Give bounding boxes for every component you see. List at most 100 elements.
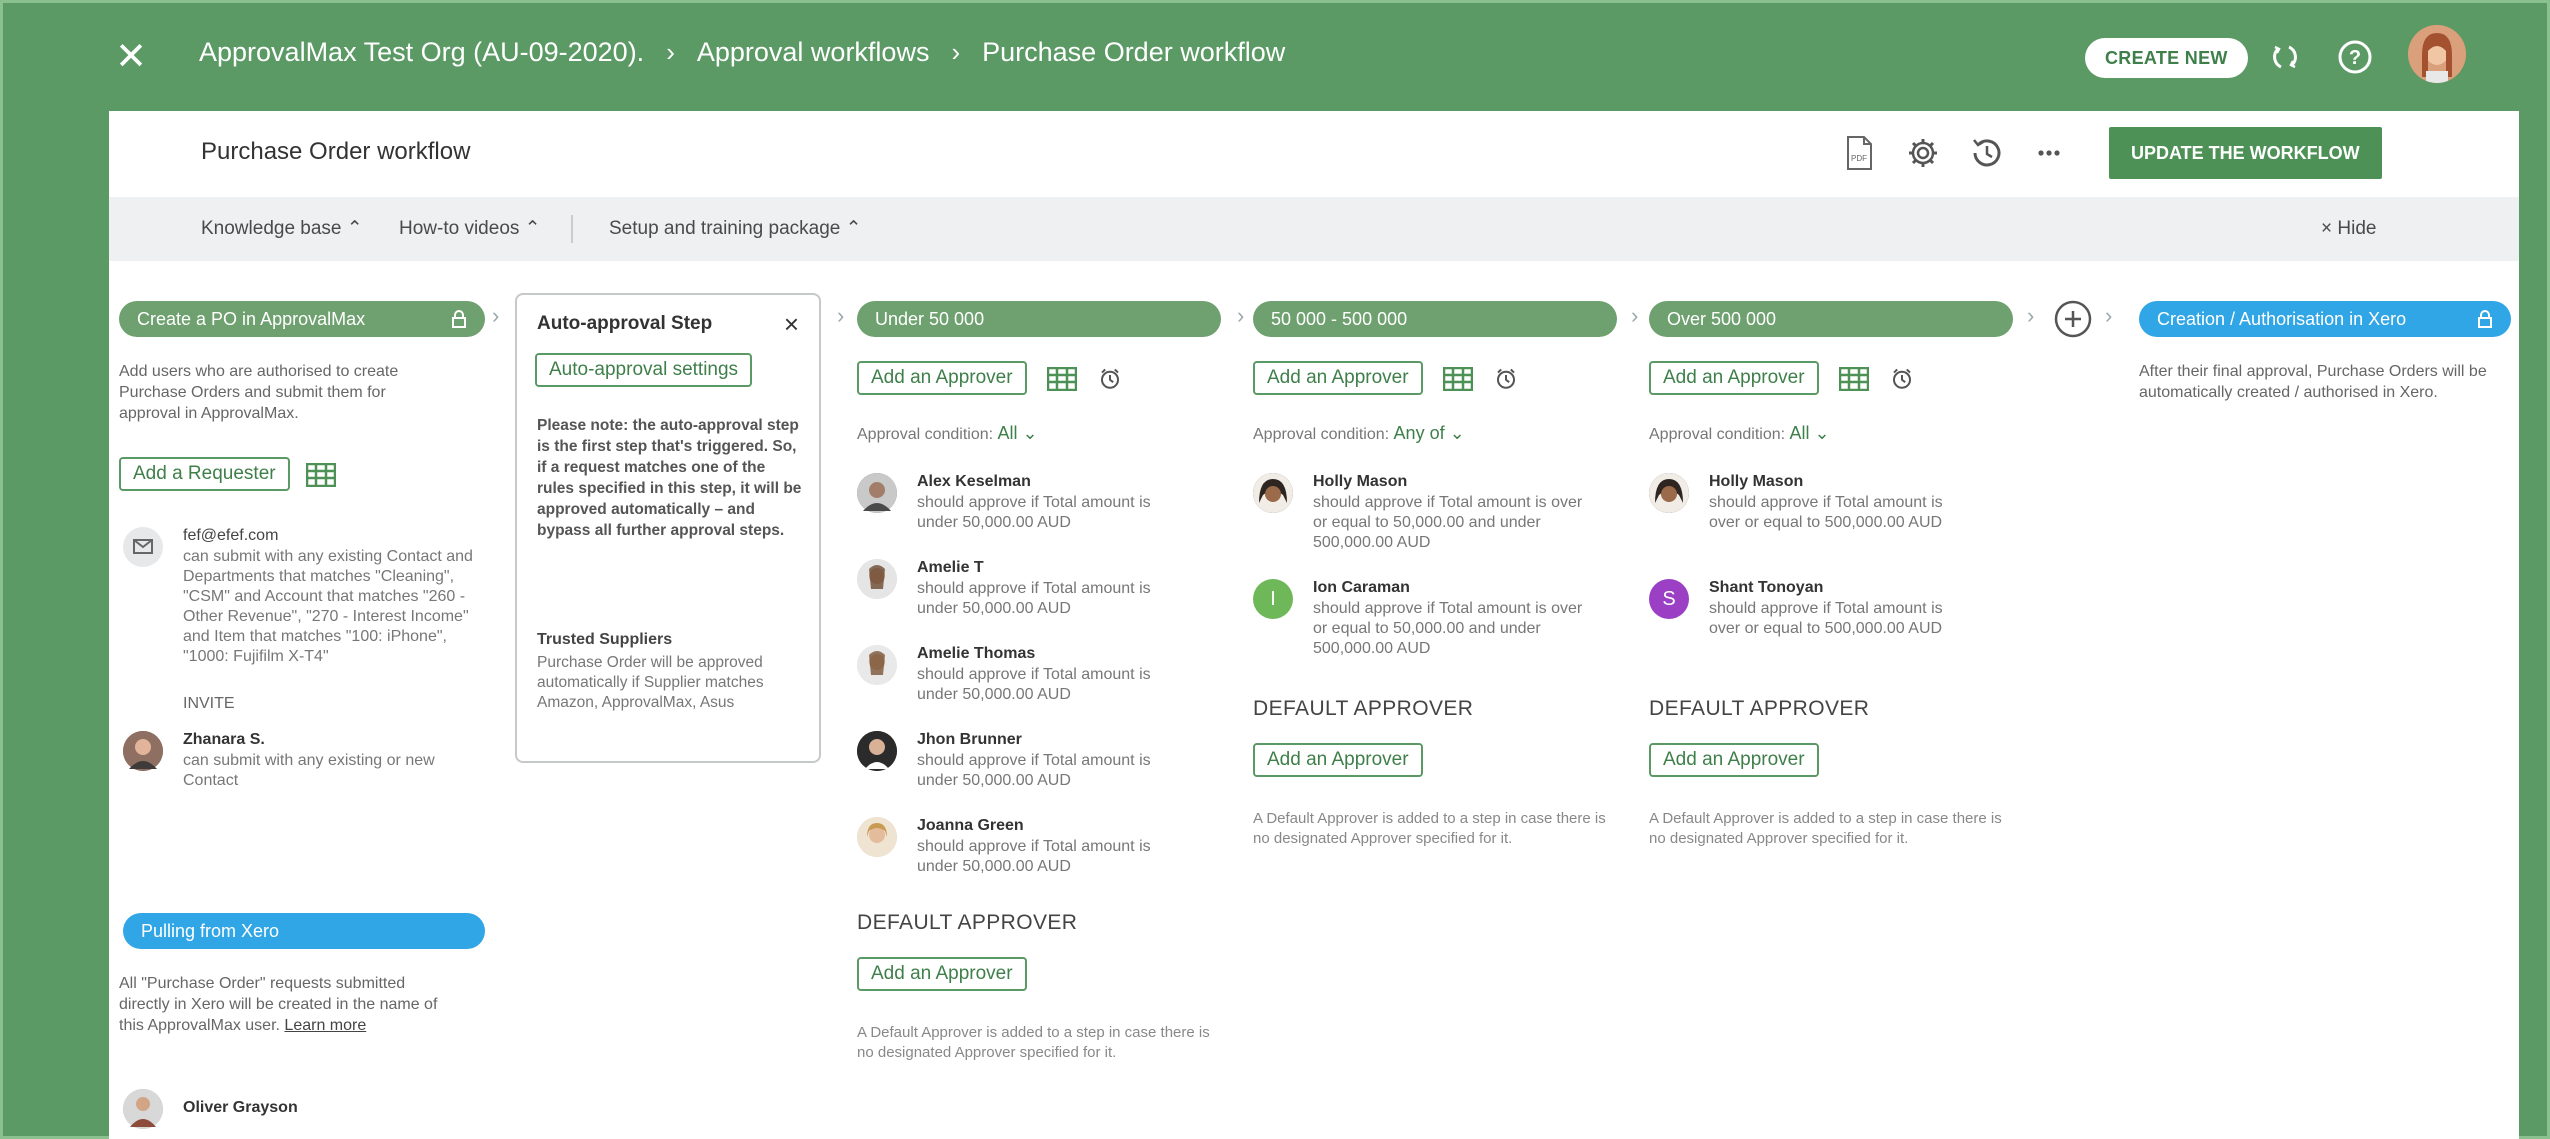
condition-dropdown[interactable]: Any of ⌄ xyxy=(1394,423,1465,443)
step-creation-xero[interactable]: Creation / Authorisation in Xero xyxy=(2139,301,2511,337)
condition-dropdown[interactable]: All ⌄ xyxy=(1790,423,1830,443)
update-workflow-button[interactable]: UPDATE THE WORKFLOW xyxy=(2109,127,2382,179)
avatar: S xyxy=(1649,579,1689,619)
requester-item: Zhanara S. can submit with any existing … xyxy=(123,731,463,801)
approver-item: Amelie T should approve if Total amount … xyxy=(857,559,1197,629)
invite-link[interactable]: INVITE xyxy=(183,695,235,713)
breadcrumb-org[interactable]: ApprovalMax Test Org (AU-09-2020). xyxy=(199,37,644,68)
step-50000-500000[interactable]: 50 000 - 500 000 xyxy=(1253,301,1617,337)
svg-text:?: ? xyxy=(2349,47,2361,69)
svg-text:PDF: PDF xyxy=(1851,154,1867,163)
close-icon[interactable]: ✕ xyxy=(113,38,149,76)
chevron-right-icon: › xyxy=(2105,303,2113,328)
matrix-grid-icon[interactable] xyxy=(1839,366,1869,391)
approval-condition: Approval condition: All ⌄ xyxy=(1649,423,1830,444)
approver-item: Holly Mason should approve if Total amou… xyxy=(1253,473,1613,563)
approver-description: should approve if Total amount is under … xyxy=(917,666,1151,703)
settings-gear-icon[interactable] xyxy=(1901,131,1945,175)
add-approver-row: Add an Approver xyxy=(857,361,1125,395)
avatar xyxy=(1649,473,1689,513)
add-step-plus-icon[interactable] xyxy=(2053,299,2093,339)
approver-item: I Ion Caraman should approve if Total am… xyxy=(1253,579,1613,669)
approver-name: Jhon Brunner xyxy=(917,731,1022,748)
approver-description: should approve if Total amount is under … xyxy=(917,838,1151,875)
alarm-clock-icon[interactable] xyxy=(1887,367,1917,391)
approver-item: Joanna Green should approve if Total amo… xyxy=(857,817,1197,887)
matrix-grid-icon[interactable] xyxy=(1047,366,1077,391)
avatar xyxy=(857,817,897,857)
step-pulling-from-xero[interactable]: Pulling from Xero xyxy=(123,913,485,949)
help-icon[interactable]: ? xyxy=(2335,37,2375,77)
how-to-videos-link[interactable]: How-to videos ⌃ xyxy=(399,197,541,261)
pulling-text: All "Purchase Order" requests submitted … xyxy=(119,975,438,1034)
breadcrumb: ApprovalMax Test Org (AU-09-2020). › App… xyxy=(199,37,1285,68)
step-label: Creation / Authorisation in Xero xyxy=(2157,309,2407,329)
setup-training-link[interactable]: Setup and training package ⌃ xyxy=(609,197,862,261)
knowledge-base-link[interactable]: Knowledge base ⌃ xyxy=(201,197,363,261)
matrix-grid-icon[interactable] xyxy=(1443,366,1473,391)
condition-dropdown[interactable]: All ⌄ xyxy=(998,423,1038,443)
sync-icon[interactable] xyxy=(2265,37,2305,77)
lock-icon xyxy=(2478,310,2492,328)
creation-description: After their final approval, Purchase Ord… xyxy=(2139,363,2487,401)
add-default-approver-button[interactable]: Add an Approver xyxy=(1649,743,1819,777)
avatar xyxy=(123,731,163,771)
step-label: Under 50 000 xyxy=(875,309,985,329)
learn-more-link[interactable]: Learn more xyxy=(284,1017,366,1034)
breadcrumb-workflows[interactable]: Approval workflows xyxy=(697,37,930,68)
workflow-canvas: Create a PO in ApprovalMax › Add users w… xyxy=(109,261,2519,1139)
step-label: Over 500 000 xyxy=(1667,309,1777,329)
avatar: I xyxy=(1253,579,1293,619)
hide-button[interactable]: × Hide xyxy=(2321,197,2376,261)
close-icon[interactable]: × xyxy=(784,309,799,340)
trusted-suppliers-description: Purchase Order will be approved automati… xyxy=(537,654,764,711)
pulling-user-name: Oliver Grayson xyxy=(183,1099,298,1116)
approver-name: Amelie T xyxy=(917,559,984,576)
avatar xyxy=(857,645,897,685)
add-approver-button[interactable]: Add an Approver xyxy=(857,361,1027,395)
auto-approval-settings-button[interactable]: Auto-approval settings xyxy=(535,353,753,387)
create-new-button[interactable]: CREATE NEW xyxy=(2085,38,2248,78)
add-default-approver-button[interactable]: Add an Approver xyxy=(1253,743,1423,777)
requester-name: Zhanara S. xyxy=(183,731,265,748)
approver-item: Holly Mason should approve if Total amou… xyxy=(1649,473,2009,563)
chevron-right-icon: › xyxy=(492,303,500,328)
approver-item: Alex Keselman should approve if Total am… xyxy=(857,473,1197,543)
add-requester-button[interactable]: Add a Requester xyxy=(119,457,290,491)
pulling-user: Oliver Grayson xyxy=(123,1089,423,1133)
condition-label: Approval condition: xyxy=(1253,426,1390,443)
pdf-icon[interactable]: PDF xyxy=(1837,131,1881,175)
app-frame: ✕ ApprovalMax Test Org (AU-09-2020). › A… xyxy=(0,0,2550,1139)
avatar xyxy=(123,1089,163,1129)
step-under-50000[interactable]: Under 50 000 xyxy=(857,301,1221,337)
pulling-description: All "Purchase Order" requests submitted … xyxy=(119,973,459,1036)
title-bar: Purchase Order workflow PDF UPDATE THE W… xyxy=(109,111,2519,197)
trusted-suppliers-title: Trusted Suppliers xyxy=(537,631,673,648)
user-avatar[interactable] xyxy=(2408,25,2466,83)
approver-description: should approve if Total amount is over o… xyxy=(1709,600,1943,637)
approver-name: Joanna Green xyxy=(917,817,1024,834)
avatar xyxy=(857,559,897,599)
alarm-clock-icon[interactable] xyxy=(1095,367,1125,391)
add-approver-button[interactable]: Add an Approver xyxy=(1649,361,1819,395)
chevron-right-icon: › xyxy=(951,37,961,67)
add-requester-row: Add a Requester xyxy=(119,457,337,491)
avatar xyxy=(1253,473,1293,513)
matrix-grid-icon[interactable] xyxy=(306,462,337,487)
add-approver-row: Add an Approver xyxy=(1253,361,1521,395)
approver-description: should approve if Total amount is over o… xyxy=(1313,600,1583,657)
add-approver-button[interactable]: Add an Approver xyxy=(1253,361,1423,395)
workflow-page: Purchase Order workflow PDF UPDATE THE W… xyxy=(109,111,2519,1139)
top-bar: ✕ ApprovalMax Test Org (AU-09-2020). › A… xyxy=(3,3,2550,111)
add-approver-row: Add an Approver xyxy=(1649,361,1917,395)
history-icon[interactable] xyxy=(1965,131,2009,175)
create-po-description: Add users who are authorised to create P… xyxy=(119,363,399,422)
more-options-icon[interactable] xyxy=(2027,131,2071,175)
step-label: Pulling from Xero xyxy=(141,921,280,941)
approver-item: S Shant Tonoyan should approve if Total … xyxy=(1649,579,2009,669)
add-default-approver-button[interactable]: Add an Approver xyxy=(857,957,1027,991)
step-over-500000[interactable]: Over 500 000 xyxy=(1649,301,2013,337)
step-create-po[interactable]: Create a PO in ApprovalMax xyxy=(119,301,485,337)
alarm-clock-icon[interactable] xyxy=(1491,367,1521,391)
requester-description: can submit with any existing Contact and… xyxy=(183,548,473,665)
